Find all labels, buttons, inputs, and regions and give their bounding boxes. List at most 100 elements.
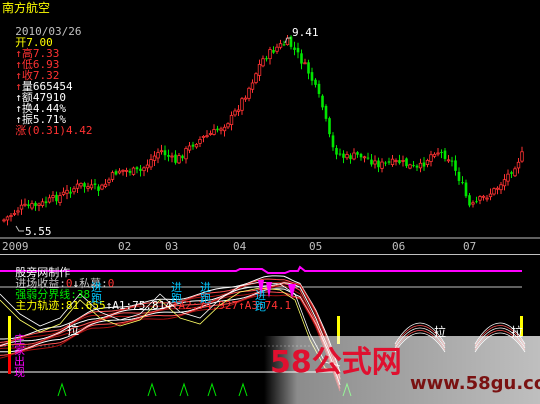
candle-body [278,43,283,48]
candle-body [198,138,202,144]
time-axis-label: 02 [118,240,132,253]
candle-body [394,160,398,162]
candle-body [27,204,30,207]
candle-body [485,197,489,200]
candle-body [415,165,419,168]
candle-body [425,160,430,165]
candle-body [293,47,296,50]
candle-body [296,47,300,53]
candle-body [131,167,136,175]
candle-body [314,79,317,85]
watermark-brand-text: 58公式网 [270,345,402,380]
candle-body [408,164,412,169]
candle-body [254,73,258,83]
candle-body [30,203,34,209]
candle-body [121,169,125,172]
candle-body [432,153,437,157]
candle-body [51,195,55,198]
candle-body [12,212,17,215]
signal-triangle [238,382,248,397]
dealer-appear-signal: 庄家出现 [14,334,25,378]
candle-body [335,147,338,155]
candle-body [135,167,139,170]
candle-body [356,152,359,155]
candle-body [324,105,328,119]
candle-body [177,155,181,164]
time-axis-label: 07 [463,240,477,253]
candle-body [370,159,373,165]
candle-body [481,195,486,198]
candle-body [384,162,387,164]
main-label: 主力轨迹: [15,299,66,312]
signal-bar-low [8,354,11,374]
candle-body [520,151,524,162]
candle-body [216,128,219,131]
candle-body [328,118,331,135]
candle-body [282,44,286,46]
candle-body [124,169,129,172]
candle-body [359,153,363,158]
candle-body [243,97,248,100]
indicator-header: 股旁网制作 进场收益:0↓私募:0 强弱分界线:38 主力轨迹:81.655↑A… [2,256,291,311]
candle-body [163,150,167,156]
candle-body [475,201,478,203]
candle-body [201,135,206,138]
candle-body [93,183,97,185]
candle-body [145,164,150,169]
candle-body [236,109,241,112]
signal-triangle [57,382,67,397]
candle-body [366,157,370,159]
time-axis-label: 05 [309,240,323,253]
entry-run-signal: 进跑 [200,282,211,304]
signal-triangle [207,382,217,397]
candle-body [300,53,303,64]
candle-body [79,182,83,187]
candle-body [23,203,27,206]
candle-body [506,173,510,182]
candle-body [429,154,433,162]
candle-body [457,171,461,181]
entry-run-signal: 进跑 [171,282,182,304]
candle-body [499,184,503,191]
private-value: 0 [107,277,115,290]
info-change-label: 涨 [15,124,27,137]
candle-body [240,98,244,111]
candle-body [205,135,209,138]
candle-body [257,63,262,76]
candle-body [387,161,391,163]
candle-body [156,152,160,159]
candle-body [89,184,94,189]
low-price-label: 5.55 [25,225,52,238]
candle-body [461,182,464,184]
candle-body [450,160,454,162]
candle-body [86,186,90,189]
candle-body [401,160,405,162]
candle-body [510,172,513,174]
candle-body [464,182,468,197]
candle-body [128,170,132,173]
dealer-appear-char: 现 [14,366,25,379]
candle-body [390,158,395,166]
candle-body [342,153,345,158]
candle-body [152,155,157,161]
info-bar: 2010/03/26 开7.00 ↑高7.33 ↑低6.93 ↑收7.32 ↑量… [2,15,92,136]
candle-body [478,196,482,201]
candle-body [187,145,192,151]
candle-body [488,193,493,198]
candle-body [40,201,45,206]
candle-body [352,152,356,160]
low-marker-line [15,225,24,232]
candle-body [181,155,184,159]
candle-body [502,179,507,187]
candle-body [471,202,475,205]
stock-name: 南方航空 [2,1,51,15]
candle-body [212,129,216,135]
candle-body [97,186,100,191]
up-arrow-icon: ↑ [238,299,245,312]
candle-body [345,154,349,159]
signal-triangle [179,382,189,397]
candle-body [103,183,108,187]
time-axis-label: 04 [233,240,247,253]
candle-body [454,160,457,171]
signal-triangle [147,382,157,397]
